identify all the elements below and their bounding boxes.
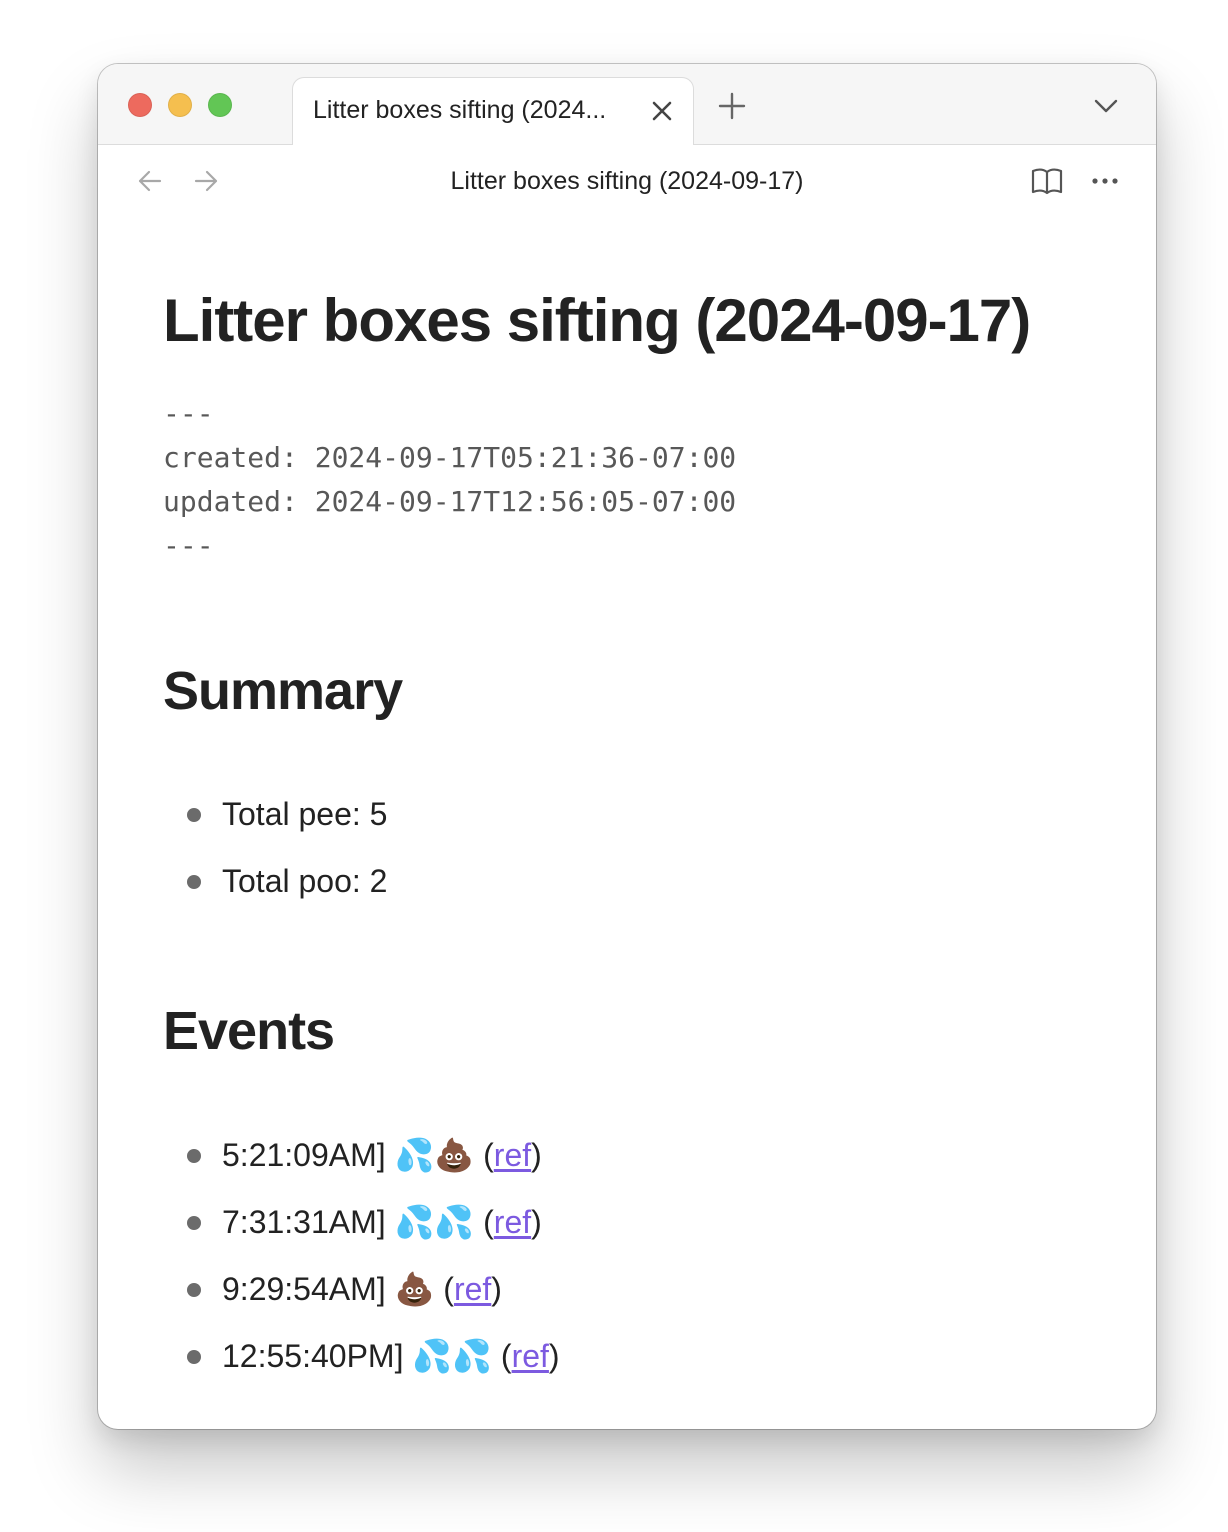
frontmatter-open-delimiter: --- [163,397,214,430]
close-icon[interactable] [648,97,676,125]
arrow-right-icon[interactable] [192,167,220,195]
list-item: Total poo: 2 [163,863,387,930]
window-maximize-button[interactable] [208,93,232,117]
summary-heading: Summary [163,661,403,721]
summary-list: Total pee: 5 Total poo: 2 [163,796,387,930]
plus-icon[interactable] [716,90,748,122]
bullet-icon [187,808,201,822]
event-emoji: 💦💦 [394,1203,475,1241]
ref-link[interactable]: ref [494,1137,531,1173]
event-time: 12:55:40PM] [222,1338,404,1374]
event-emoji: 💩 [394,1270,435,1308]
list-item: Total pee: 5 [163,796,387,863]
window-close-button[interactable] [128,93,152,117]
events-list: 5:21:09AM] 💦💩 (ref) 7:31:31AM] 💦💦 (ref) … [163,1137,560,1405]
frontmatter-updated: updated: 2024-09-17T12:56:05-07:00 [163,485,737,518]
title-bar: Litter boxes sifting (2024... [98,64,1156,145]
list-item: 9:29:54AM] 💩 (ref) [163,1271,560,1338]
bullet-icon [187,1216,201,1230]
event-time: 7:31:31AM] [222,1204,386,1240]
event-emoji: 💦💩 [394,1136,475,1174]
ref-link[interactable]: ref [494,1204,531,1240]
bullet-icon [187,1350,201,1364]
book-open-icon[interactable] [1030,165,1064,197]
bullet-icon [187,1283,201,1297]
summary-item-text: Total poo: 2 [222,863,388,899]
summary-item-text: Total pee: 5 [222,796,388,832]
frontmatter-created: created: 2024-09-17T05:21:36-07:00 [163,441,737,474]
list-item: 5:21:09AM] 💦💩 (ref) [163,1137,560,1204]
bullet-icon [187,875,201,889]
app-window: Litter boxes sifting (2024... Litter box… [98,64,1156,1429]
list-item: 12:55:40PM] 💦💦 (ref) [163,1338,560,1405]
tab-title: Litter boxes sifting (2024... [313,96,607,124]
frontmatter-close-delimiter: --- [163,529,214,562]
events-heading: Events [163,1001,335,1061]
arrow-left-icon[interactable] [136,167,164,195]
navigation-bar: Litter boxes sifting (2024-09-17) [98,145,1156,217]
more-options-icon[interactable] [1088,165,1122,197]
note-title: Litter boxes sifting (2024-09-17) [450,167,804,195]
ref-link[interactable]: ref [454,1271,491,1307]
ref-link[interactable]: ref [512,1338,549,1374]
frontmatter-block: --- created: 2024-09-17T05:21:36-07:00 upd… [163,392,736,568]
document-title: Litter boxes sifting (2024-09-17) [163,287,1031,354]
event-time: 5:21:09AM] [222,1137,386,1173]
chevron-down-icon[interactable] [1092,94,1120,118]
active-tab[interactable]: Litter boxes sifting (2024... [292,77,694,145]
list-item: 7:31:31AM] 💦💦 (ref) [163,1204,560,1271]
bullet-icon [187,1149,201,1163]
event-time: 9:29:54AM] [222,1271,386,1307]
window-minimize-button[interactable] [168,93,192,117]
event-emoji: 💦💦 [412,1337,493,1375]
